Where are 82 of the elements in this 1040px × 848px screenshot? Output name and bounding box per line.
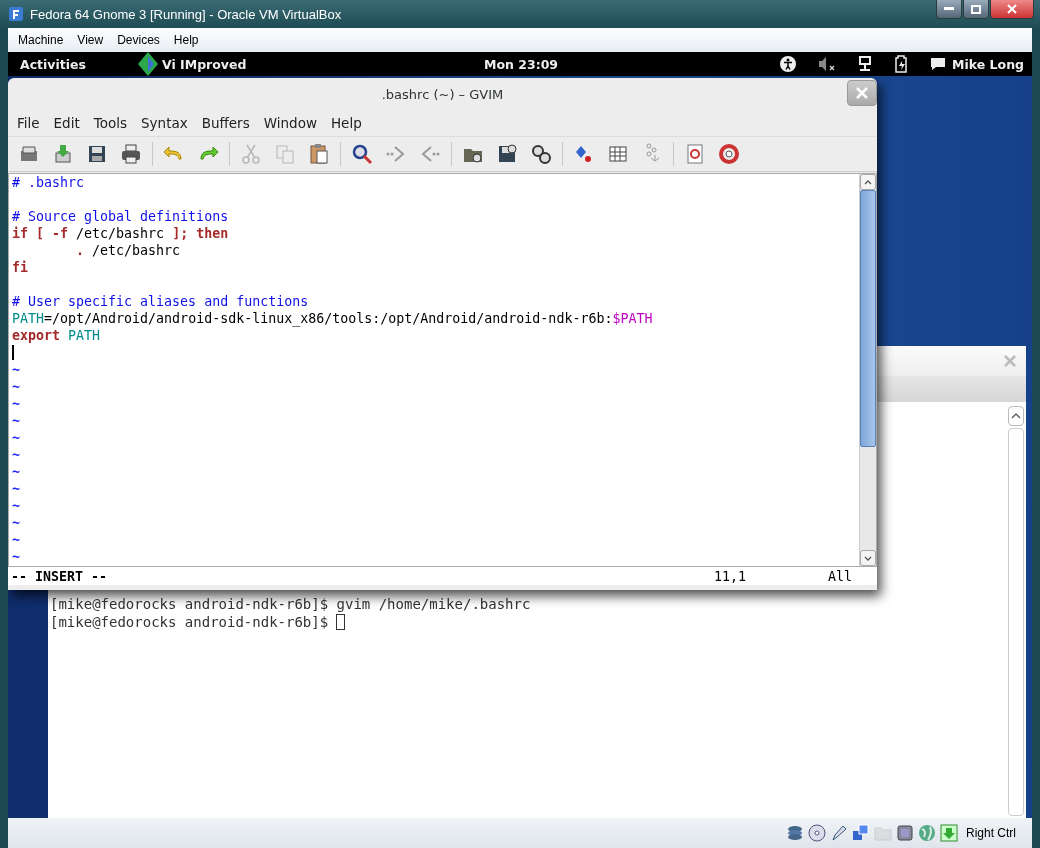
empty-line-marker: ~ [12, 531, 20, 548]
scissors-icon [240, 143, 262, 165]
menu-item[interactable]: Machine [12, 33, 70, 47]
shell-prompt: [mike@fedorocks android-ndk-r6b]$ [50, 596, 329, 612]
mode-indicator: -- INSERT -- [11, 568, 108, 584]
code-text: /etc/bashrc [91, 242, 181, 259]
close-icon [856, 87, 868, 99]
window-title: Fedora 64 Gnome 3 [Running] - Oracle VM VirtualBox [30, 6, 343, 22]
chat-bubble-icon[interactable] [930, 57, 947, 71]
menu-item[interactable]: Devices [111, 33, 166, 47]
scrollbar-thumb[interactable] [860, 190, 876, 447]
maximize-button[interactable] [963, 0, 989, 19]
menu-item[interactable]: Edit [46, 115, 87, 131]
cd-icon[interactable] [808, 824, 826, 842]
hard-disk-icon[interactable] [786, 824, 804, 842]
activities-button[interactable]: Activities [8, 56, 98, 72]
cursor-position: 11,1 [713, 568, 746, 584]
menu-item[interactable]: Help [167, 33, 205, 47]
user-menu[interactable]: Mike Long [952, 56, 1024, 72]
code-text: fi [12, 259, 28, 276]
shell-command: gvim /home/mike/.bashrc [336, 596, 531, 612]
empty-line-marker: ~ [12, 378, 20, 395]
empty-line-marker: ~ [12, 463, 20, 480]
empty-line-marker: ~ [12, 395, 20, 412]
battery-icon[interactable] [894, 55, 909, 73]
printer-icon [120, 143, 142, 165]
empty-line-marker: ~ [12, 480, 20, 497]
diamond-logo-icon [137, 52, 158, 76]
minimize-icon [944, 7, 954, 11]
window-title: .bashrc (~) – GVIM [381, 86, 504, 102]
empty-line-marker: ~ [12, 497, 20, 514]
scroll-position: All [827, 568, 852, 584]
chip-icon[interactable] [896, 824, 914, 842]
code-text: # .bashrc [12, 174, 85, 191]
code-text: if [ -f [12, 225, 69, 242]
code-text: PATH [67, 327, 101, 344]
code-text: $PATH [612, 310, 653, 327]
empty-line-marker: ~ [12, 412, 20, 429]
toolbar-button[interactable] [716, 141, 742, 167]
menu-item[interactable]: Window [256, 115, 324, 131]
maximize-icon [971, 4, 981, 14]
empty-line-marker: ~ [12, 548, 20, 565]
minimize-button[interactable] [936, 0, 962, 19]
grid-icon [607, 143, 629, 165]
menu-item[interactable]: Help [323, 115, 369, 131]
empty-line-marker: ~ [12, 446, 20, 463]
download-icon [52, 143, 74, 165]
left-arrow-icon [419, 143, 441, 165]
text-cursor [12, 345, 14, 360]
right-arrow-icon [385, 143, 407, 165]
code-text: # User specific aliases and functions [12, 293, 309, 310]
clock[interactable]: Mon 23:09 [484, 56, 559, 72]
scrollbar[interactable] [859, 174, 876, 566]
accessibility-icon[interactable] [780, 56, 797, 72]
host-key-label: Right Ctrl [966, 826, 1016, 840]
clipboard-icon [308, 143, 330, 165]
app-logo-icon [8, 6, 24, 22]
copy-icon [274, 143, 296, 165]
code-text: # Source global definitions [12, 208, 229, 225]
code-text: /etc/bashrc [75, 225, 166, 242]
empty-line-marker: ~ [12, 361, 20, 378]
network-icon[interactable] [858, 56, 873, 72]
close-button[interactable] [990, 0, 1034, 19]
menu-item[interactable]: File [10, 115, 47, 131]
empty-line-marker: ~ [12, 429, 20, 446]
code-text: =/opt/Android/android-sdk-linux_x86/tools:/opt/Android/android-ndk-r6b: [44, 310, 613, 327]
menu-item[interactable]: Syntax [134, 115, 195, 131]
empty-line-marker: ~ [12, 514, 20, 531]
shell-prompt: [mike@fedorocks android-ndk-r6b]$ [50, 614, 329, 630]
close-icon [1007, 4, 1017, 14]
code-text: PATH [12, 310, 45, 326]
code-text: export [12, 327, 61, 344]
lifebuoy-icon [718, 143, 740, 165]
pen-icon[interactable] [830, 824, 848, 842]
menu-item[interactable]: View [71, 33, 110, 47]
speaker-muted-icon[interactable] [818, 56, 837, 72]
menu-item[interactable]: Tools [86, 115, 134, 131]
code-text: . [76, 242, 85, 259]
magnifier-icon [351, 143, 373, 165]
code-text: ]; then [172, 225, 229, 242]
app-menu[interactable]: Vi IMproved [161, 56, 247, 72]
menu-item[interactable]: Buffers [194, 115, 257, 131]
